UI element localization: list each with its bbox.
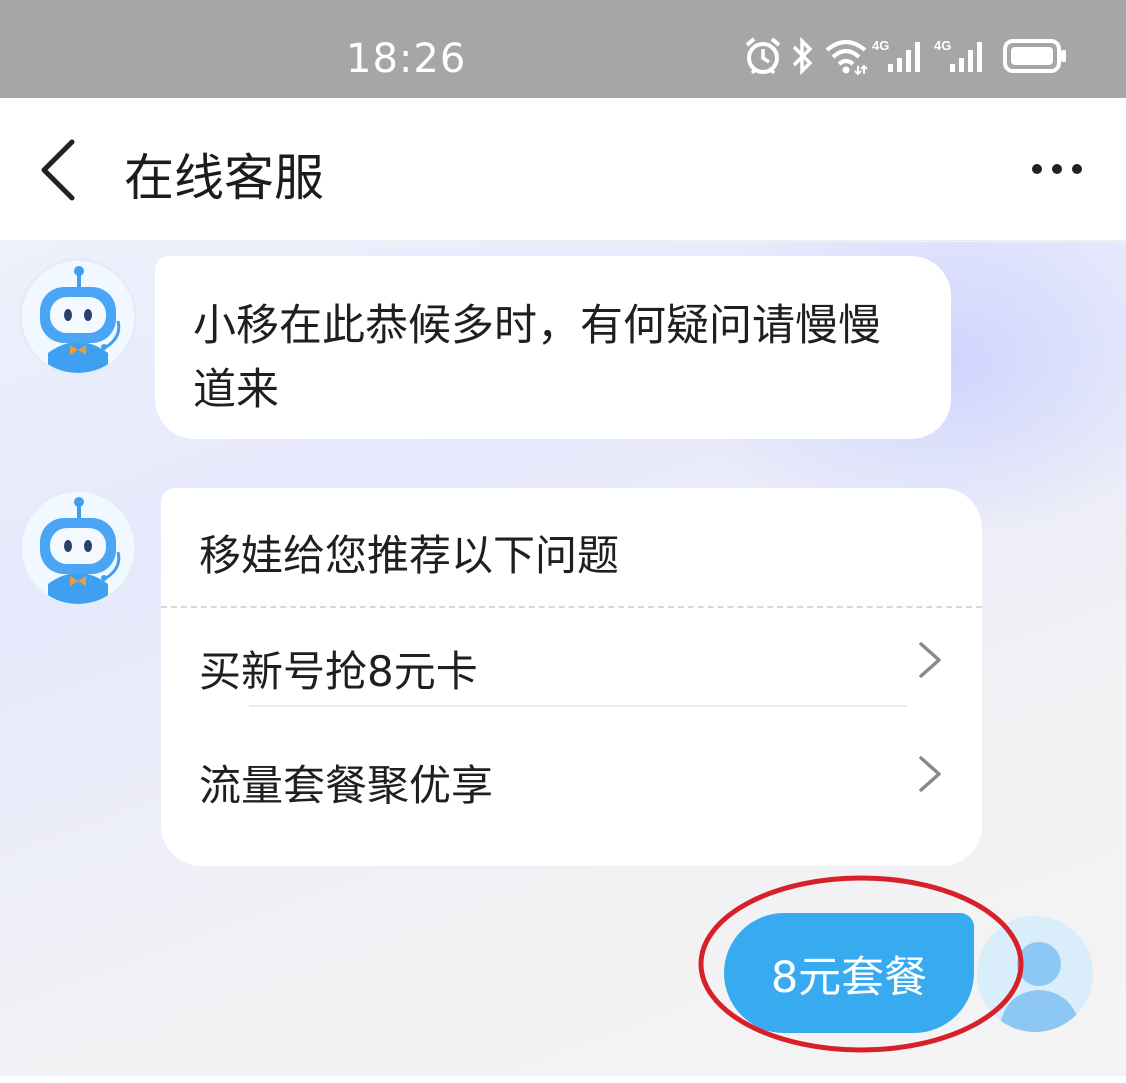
bluetooth-icon	[792, 36, 813, 76]
chevron-right-icon	[919, 642, 941, 678]
chat-area[interactable]: 小移在此恭候多时，有何疑问请慢慢道来 移娃给您推荐以下问题 买新号抢8元卡 流量…	[0, 242, 1126, 1083]
chevron-left-icon[interactable]	[30, 136, 90, 204]
bot-avatar	[19, 489, 137, 607]
question-label: 流量套餐聚优享	[199, 761, 494, 810]
status-time: 18:26	[346, 36, 467, 82]
message-text: 小移在此恭候多时，有何疑问请慢慢道来	[193, 301, 881, 415]
question-item[interactable]: 流量套餐聚优享	[161, 718, 982, 832]
chevron-right-icon	[919, 756, 941, 792]
header: 在线客服	[0, 98, 1126, 241]
svg-text:4G: 4G	[872, 38, 889, 53]
question-label: 买新号抢8元卡	[199, 647, 478, 696]
svg-text:4G: 4G	[934, 38, 951, 53]
recommendation-card: 移娃给您推荐以下问题 买新号抢8元卡 流量套餐聚优享	[161, 488, 982, 866]
status-bar: 18:26 4G 4G	[0, 0, 1126, 98]
signal-4g-icon: 4G	[934, 38, 982, 72]
robot-icon	[22, 261, 134, 373]
bot-avatar	[19, 258, 137, 376]
signal-4g-icon: 4G	[872, 38, 920, 72]
wifi-icon	[825, 40, 868, 76]
user-message-bubble: 8元套餐	[724, 913, 974, 1033]
message-text: 8元套餐	[770, 953, 928, 1003]
robot-icon	[22, 492, 134, 604]
page-title: 在线客服	[124, 149, 324, 207]
alarm-icon	[745, 37, 781, 75]
battery-icon	[1003, 39, 1066, 73]
question-item[interactable]: 买新号抢8元卡	[161, 604, 982, 718]
bottom-strip	[0, 1076, 1126, 1083]
divider	[249, 705, 907, 707]
more-dots-icon[interactable]	[1026, 154, 1086, 184]
user-icon	[977, 916, 1093, 1032]
recommendation-title: 移娃给您推荐以下问题	[199, 531, 620, 580]
bot-message-bubble: 小移在此恭候多时，有何疑问请慢慢道来	[155, 256, 951, 439]
user-avatar	[977, 916, 1093, 1032]
